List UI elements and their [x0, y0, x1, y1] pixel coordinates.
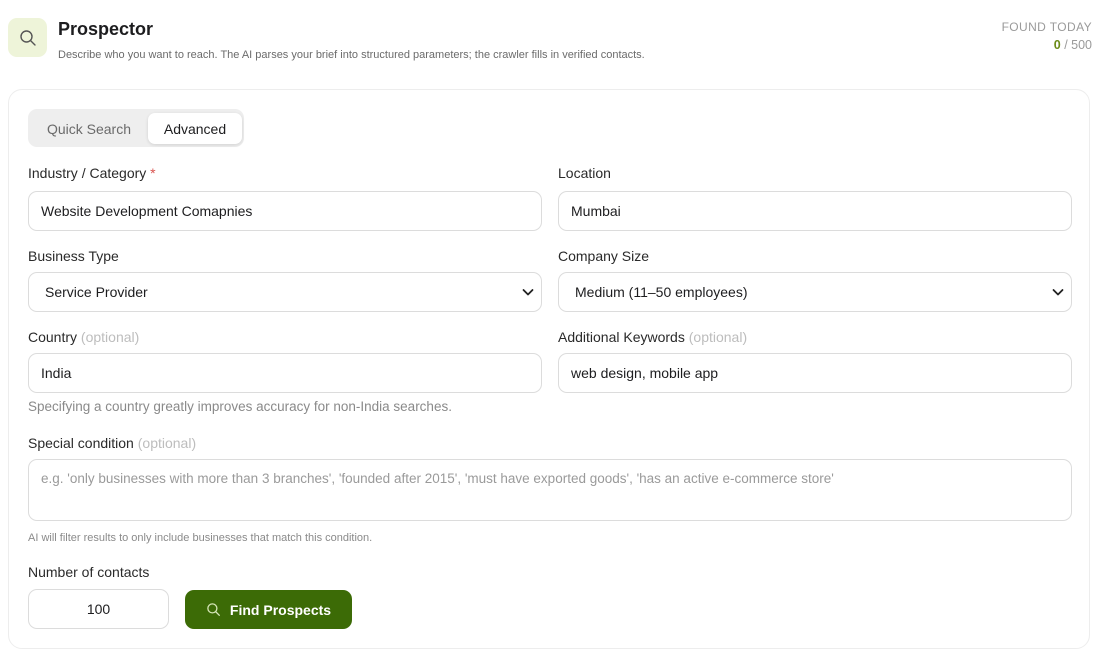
- keywords-label: Additional Keywords (optional): [558, 329, 747, 345]
- optional-tag: (optional): [688, 329, 748, 345]
- found-today-counter: 0 / 500: [1054, 38, 1092, 52]
- special-condition-textarea[interactable]: e.g. 'only businesses with more than 3 b…: [28, 459, 1072, 521]
- company-size-label: Company Size: [558, 248, 650, 264]
- tab-quick-search[interactable]: Quick Search: [32, 113, 146, 144]
- find-prospects-label: Find Prospects: [229, 601, 332, 618]
- special-condition-hint: AI will filter results to only include b…: [28, 532, 373, 544]
- search-icon: [19, 29, 36, 46]
- page-header: Prospector Describe who you want to reac…: [0, 0, 1100, 82]
- found-today-current: 0: [1053, 38, 1061, 52]
- country-label: Country (optional): [28, 329, 139, 345]
- business-type-value: Service Provider: [45, 284, 148, 300]
- found-today-label: FOUND TODAY: [1001, 20, 1092, 34]
- app-logo: [8, 18, 47, 57]
- country-input[interactable]: India: [28, 353, 542, 393]
- special-condition-label-text: Special condition: [28, 435, 134, 451]
- tab-advanced[interactable]: Advanced: [148, 113, 242, 144]
- keywords-label-text: Additional Keywords: [558, 329, 685, 345]
- contacts-label: Number of contacts: [28, 564, 150, 580]
- find-prospects-button[interactable]: Find Prospects: [185, 590, 352, 629]
- search-icon: [207, 603, 220, 616]
- optional-tag: (optional): [80, 329, 140, 345]
- chevron-down-icon: [1052, 289, 1064, 296]
- optional-tag: (optional): [137, 435, 197, 451]
- contacts-number-input[interactable]: 100: [28, 589, 169, 629]
- company-size-value: Medium (11–50 employees): [575, 284, 748, 300]
- page-title: Prospector: [58, 19, 154, 39]
- country-label-text: Country: [28, 329, 78, 345]
- country-hint: Specifying a country greatly improves ac…: [28, 399, 452, 414]
- location-input[interactable]: Mumbai: [558, 191, 1072, 231]
- industry-label: Industry / Category *: [28, 165, 156, 181]
- industry-label-text: Industry / Category: [28, 165, 147, 181]
- chevron-down-icon: [522, 289, 534, 296]
- industry-input[interactable]: Website Development Comapnies: [28, 191, 542, 231]
- found-today-limit: 500: [1071, 38, 1092, 52]
- required-mark: *: [150, 165, 156, 181]
- keywords-input[interactable]: web design, mobile app: [558, 353, 1072, 393]
- location-label: Location: [558, 165, 611, 181]
- business-type-select[interactable]: Service Provider: [28, 272, 542, 312]
- found-today-separator: /: [1060, 38, 1072, 52]
- search-mode-tabs: Quick Search Advanced: [28, 109, 244, 147]
- business-type-label: Business Type: [28, 248, 119, 264]
- page-subtitle: Describe who you want to reach. The AI p…: [58, 49, 645, 61]
- company-size-select[interactable]: Medium (11–50 employees): [558, 272, 1072, 312]
- special-condition-label: Special condition (optional): [28, 435, 196, 451]
